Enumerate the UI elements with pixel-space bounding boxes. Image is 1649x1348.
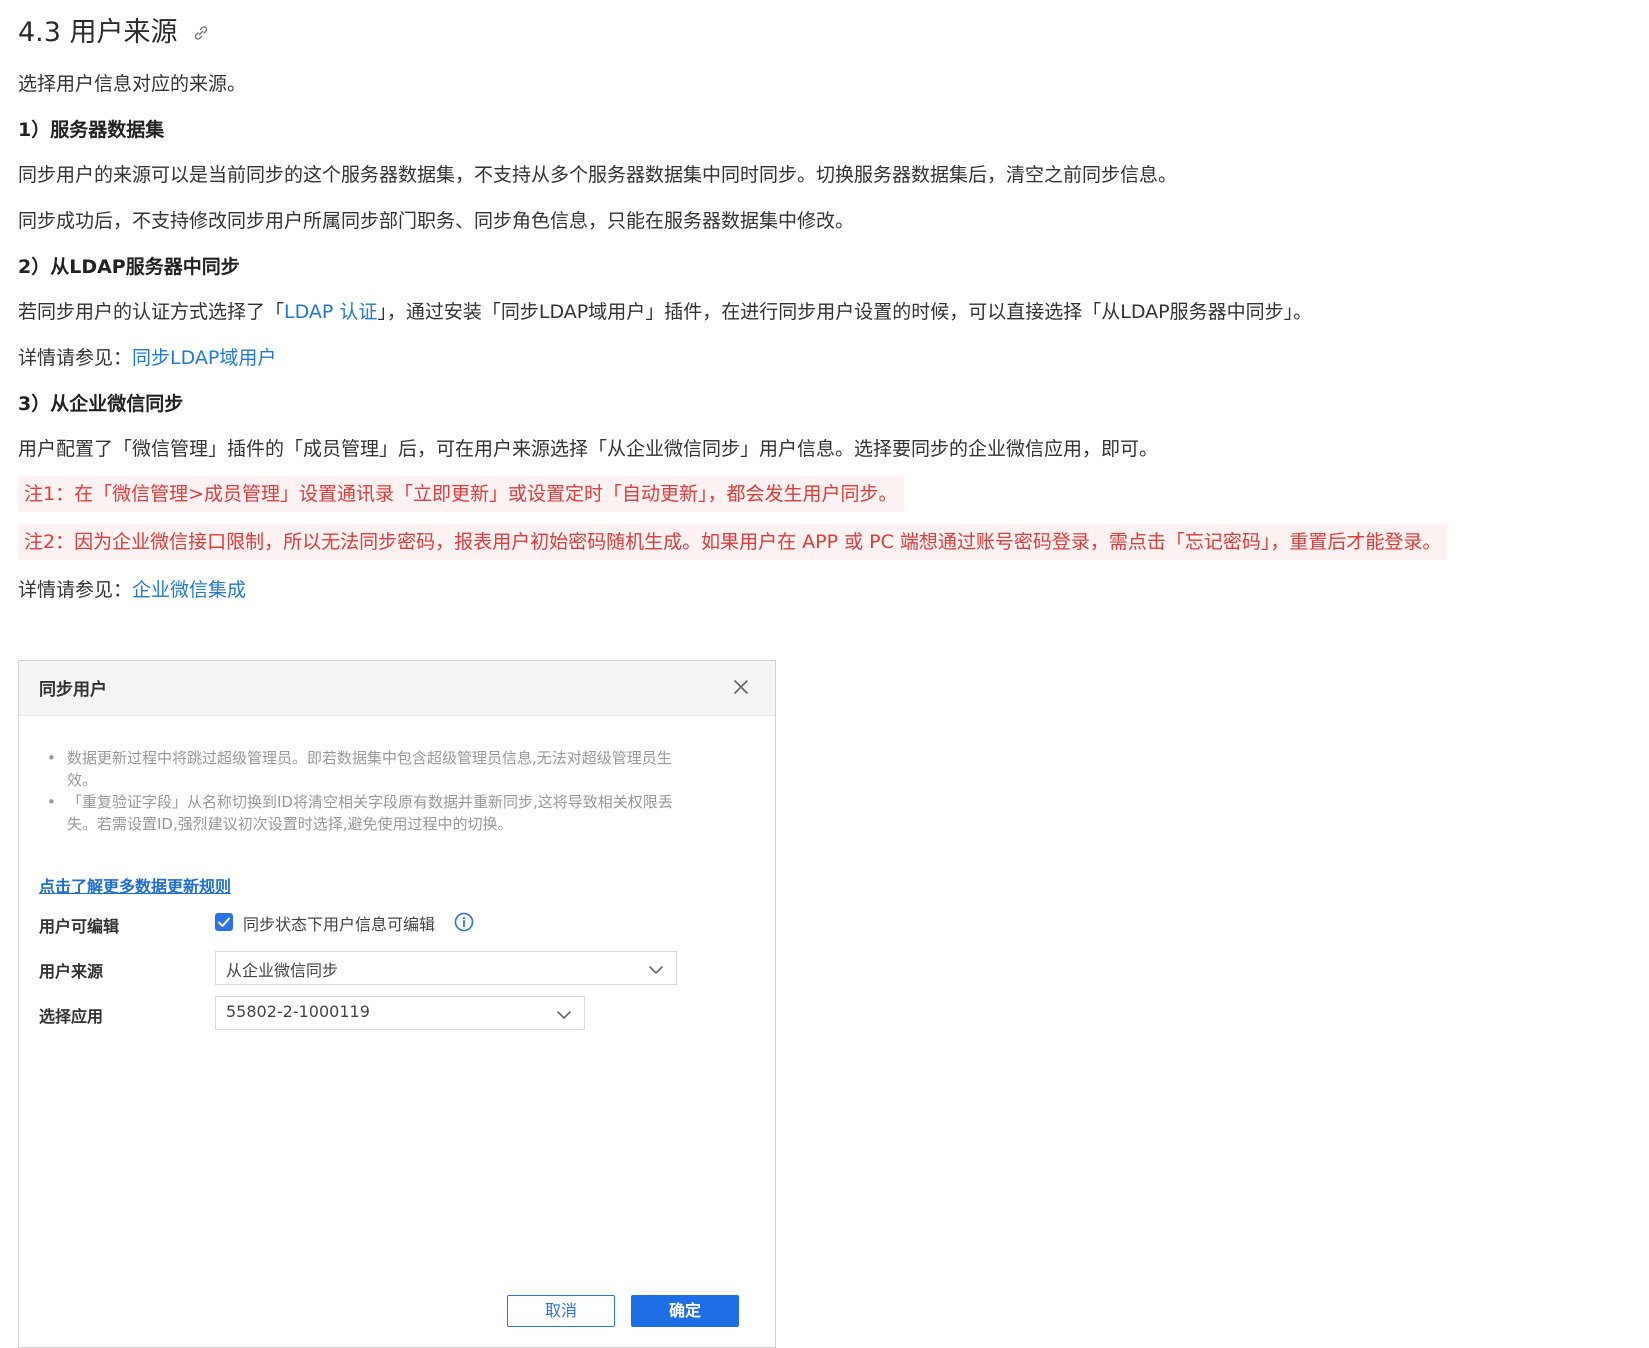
app-label: 选择应用	[39, 1007, 104, 1026]
user-source-value: 从企业微信同步	[226, 961, 339, 980]
confirm-button[interactable]: 确定	[631, 1295, 739, 1327]
intro-text: 选择用户信息对应的来源。	[18, 73, 247, 95]
tip-item: 数据更新过程中将跳过超级管理员。即若数据集中包含超级管理员信息,无法对超级管理员…	[47, 747, 737, 791]
wecom-integration-link[interactable]: 企业微信集成	[132, 579, 246, 601]
section-title: 4.3 用户来源	[18, 17, 178, 48]
sync-ldap-users-link[interactable]: 同步LDAP域用户	[132, 347, 276, 369]
paragraph: 同步成功后，不支持修改同步用户所属同步部门职务、同步角色信息，只能在服务器数据集…	[18, 210, 855, 232]
see-also-label: 详情请参见：	[18, 579, 133, 601]
app-select[interactable]: 55802-2-1000119	[215, 996, 585, 1030]
see-also-ldap: 详情请参见：同步LDAP域用户	[18, 344, 276, 372]
note-1: 注1：在「微信管理>成员管理」设置通讯录「立即更新」或设置定时「自动更新」，都会…	[18, 476, 904, 512]
text: 」，通过安装「同步LDAP域用户」插件，在进行同步用户设置的时候，可以直接选择「…	[377, 301, 1313, 323]
ldap-auth-link[interactable]: LDAP 认证	[284, 301, 377, 323]
link-anchor-icon[interactable]	[192, 18, 210, 49]
see-also-label: 详情请参见：	[18, 347, 133, 369]
check-icon	[218, 917, 230, 927]
app-value: 55802-2-1000119	[226, 1002, 370, 1021]
chevron-down-icon	[556, 1006, 572, 1019]
paragraph-ldap: 若同步用户的认证方式选择了「LDAP 认证」，通过安装「同步LDAP域用户」插件…	[18, 298, 1312, 326]
paragraph: 用户配置了「微信管理」插件的「成员管理」后，可在用户来源选择「从企业微信同步」用…	[18, 438, 1159, 460]
source-label: 用户来源	[39, 962, 104, 981]
editable-checkbox-label[interactable]: 同步状态下用户信息可编辑	[243, 911, 435, 935]
tip-item: 「重复验证字段」从名称切换到ID将清空相关字段原有数据并重新同步,这将导致相关权…	[47, 791, 737, 835]
subheading-server-dataset: 1）服务器数据集	[18, 119, 165, 141]
info-icon[interactable]	[453, 911, 475, 933]
section-heading: 4.3 用户来源	[18, 10, 210, 49]
tip-line: 效。	[67, 771, 98, 789]
tip-line: 数据更新过程中将跳过超级管理员。即若数据集中包含超级管理员信息,无法对超级管理员…	[67, 749, 672, 767]
tip-line: 失。若需设置ID,强烈建议初次设置时选择,避免使用过程中的切换。	[67, 815, 513, 833]
editable-label: 用户可编辑	[39, 917, 120, 936]
close-icon[interactable]	[731, 677, 751, 697]
tips-list: 数据更新过程中将跳过超级管理员。即若数据集中包含超级管理员信息,无法对超级管理员…	[47, 747, 737, 835]
see-also-wecom: 详情请参见：企业微信集成	[18, 576, 246, 604]
dialog-title: 同步用户	[39, 680, 107, 700]
note-2: 注2：因为企业微信接口限制，所以无法同步密码，报表用户初始密码随机生成。如果用户…	[18, 524, 1448, 560]
subheading-ldap: 2）从LDAP服务器中同步	[18, 256, 240, 278]
data-update-rules-link[interactable]: 点击了解更多数据更新规则	[39, 873, 231, 897]
subheading-wecom: 3）从企业微信同步	[18, 393, 184, 415]
paragraph: 同步用户的来源可以是当前同步的这个服务器数据集，不支持从多个服务器数据集中同时同…	[18, 164, 1178, 186]
dialog-header: 同步用户	[19, 661, 775, 716]
text: 若同步用户的认证方式选择了「	[18, 301, 285, 323]
cancel-button[interactable]: 取消	[507, 1295, 615, 1327]
user-source-select[interactable]: 从企业微信同步	[215, 951, 677, 985]
chevron-down-icon	[648, 961, 664, 974]
sync-users-dialog: 同步用户 数据更新过程中将跳过超级管理员。即若数据集中包含超级管理员信息,无法对…	[18, 660, 776, 1348]
editable-checkbox[interactable]	[215, 913, 233, 931]
tip-line: 「重复验证字段」从名称切换到ID将清空相关字段原有数据并重新同步,这将导致相关权…	[67, 793, 673, 811]
